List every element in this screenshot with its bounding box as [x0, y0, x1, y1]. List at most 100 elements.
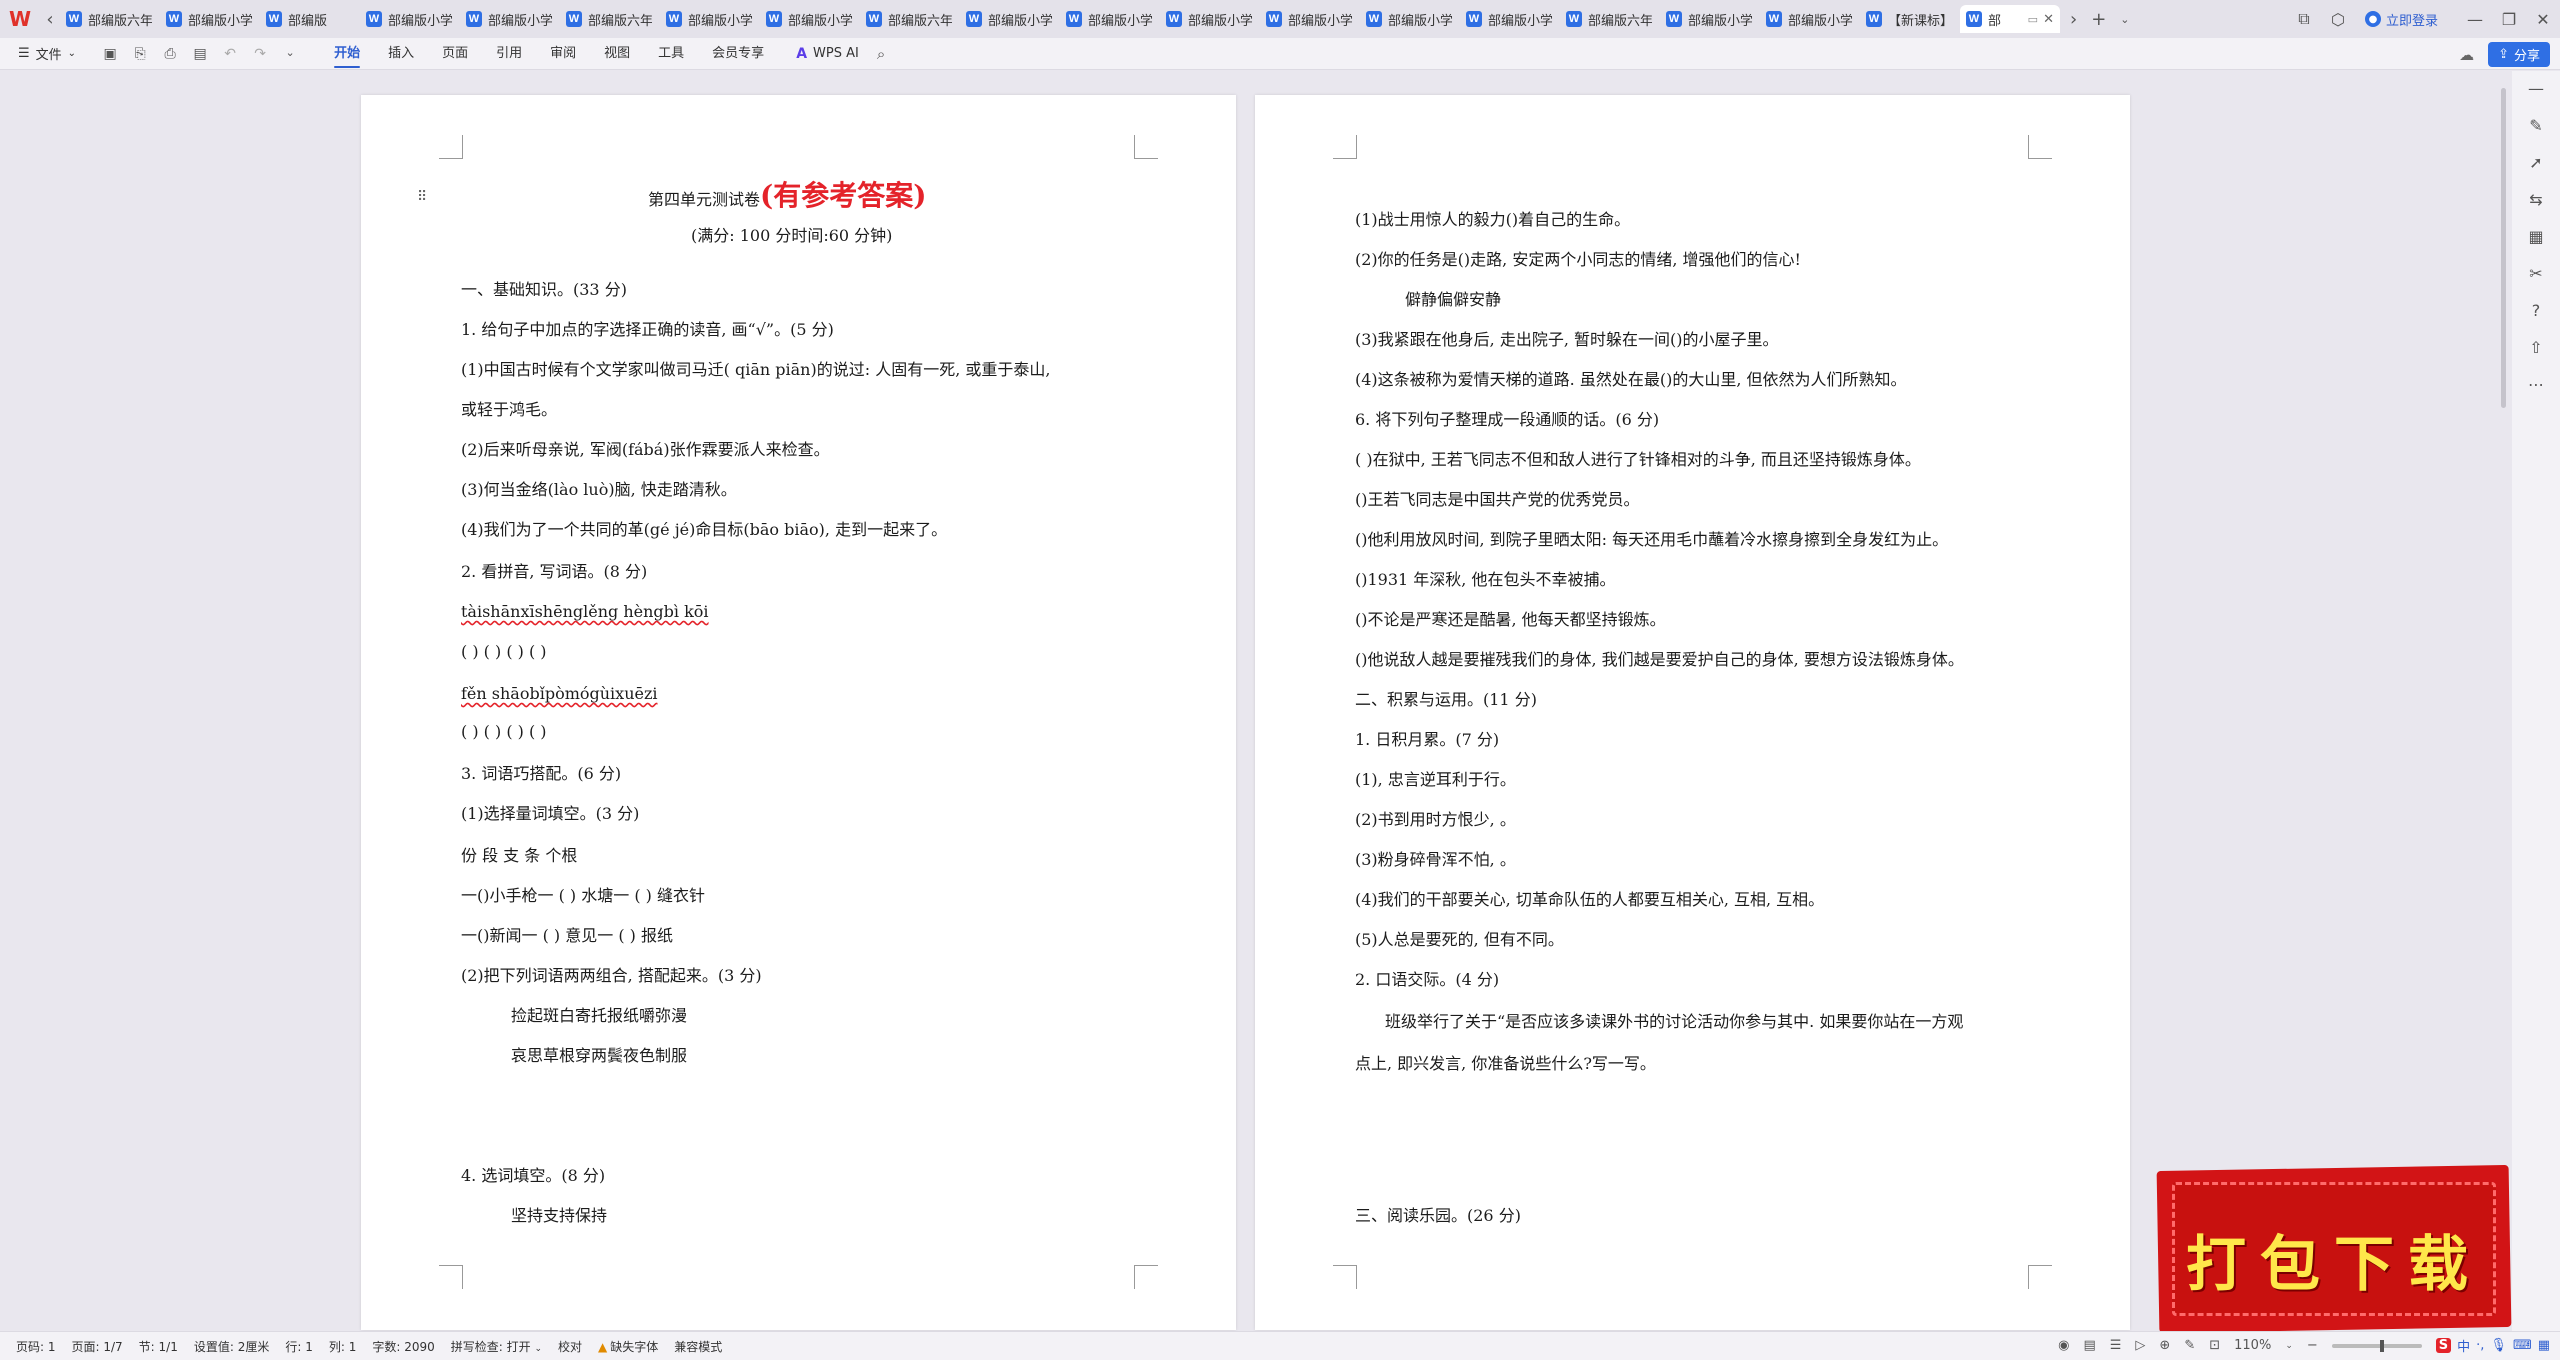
- document-tab[interactable]: W 部编版六年: [860, 5, 958, 33]
- document-tab[interactable]: W 部编版小学: [1060, 5, 1158, 33]
- page-view-icon[interactable]: ▤: [2083, 1338, 2095, 1353]
- document-tab[interactable]: W 部编版小学: [960, 5, 1058, 33]
- document-tab[interactable]: W 部编版小学: [1360, 5, 1458, 33]
- web-view-icon[interactable]: ⊕: [2159, 1338, 2170, 1353]
- word-doc-icon: W: [1866, 11, 1882, 27]
- print-preview-icon[interactable]: ▤: [192, 46, 208, 62]
- restore-icon[interactable]: ❐: [2492, 10, 2526, 29]
- download-badge[interactable]: 打包下载: [2156, 1164, 2512, 1334]
- ribbon-tab[interactable]: 引用: [482, 38, 536, 70]
- document-tab[interactable]: W 部编版小学: [1760, 5, 1858, 33]
- pen-edit-icon[interactable]: ✎: [2524, 116, 2548, 135]
- wps-ai-button[interactable]: A WPS AI: [796, 46, 859, 62]
- document-tab[interactable]: W 部编版六年: [560, 5, 658, 33]
- status-row[interactable]: 行: 1: [285, 1338, 313, 1355]
- document-tab[interactable]: W 部编版小学: [760, 5, 858, 33]
- ribbon-tab[interactable]: 视图: [590, 38, 644, 70]
- cloud-sync-icon[interactable]: ☁: [2459, 46, 2474, 64]
- status-setting[interactable]: 设置值: 2厘米: [194, 1338, 270, 1355]
- document-tab[interactable]: W 【新课标】: [1860, 5, 1958, 33]
- document-tab[interactable]: W 部编版六年: [1560, 5, 1658, 33]
- redo-icon[interactable]: ↷: [252, 46, 268, 62]
- tab-scroll-right-icon[interactable]: ›: [2070, 9, 2077, 30]
- export-icon[interactable]: ⎘: [132, 46, 148, 62]
- scrollbar-thumb[interactable]: [2501, 88, 2506, 408]
- help-icon[interactable]: ?: [2524, 301, 2548, 320]
- status-word-count[interactable]: 字数: 2090: [372, 1338, 434, 1355]
- ribbon-tab[interactable]: 页面: [428, 38, 482, 70]
- style-icon[interactable]: ⇆: [2524, 190, 2548, 209]
- undo-icon[interactable]: ↶: [222, 46, 238, 62]
- page-1-line: tàishānxīshēnglěng hèngbì kōi: [461, 602, 709, 621]
- wps-logo-icon[interactable]: W: [0, 0, 40, 38]
- play-icon[interactable]: ▷: [2135, 1338, 2145, 1353]
- status-spell-check[interactable]: 拼写检查: 打开 ⌄: [451, 1338, 542, 1355]
- print-icon[interactable]: ⎙: [162, 46, 178, 62]
- document-tab[interactable]: W 部编版: [260, 5, 358, 33]
- pen-mode-icon[interactable]: ✎: [2184, 1338, 2195, 1353]
- ribbon-tab[interactable]: 会员专享: [698, 38, 778, 70]
- minimize-icon[interactable]: —: [2458, 10, 2492, 29]
- ribbon-tab[interactable]: 审阅: [536, 38, 590, 70]
- tab-list-chevron-icon[interactable]: ⌄: [2120, 13, 2129, 26]
- ime-toolbar[interactable]: S 中 ·, 🎙 ⌨ ▦: [2435, 1336, 2550, 1355]
- window-layout-icon[interactable]: ⧉: [2287, 9, 2321, 29]
- ribbon-tab[interactable]: 工具: [644, 38, 698, 70]
- drag-handle-icon[interactable]: ⠿: [417, 189, 427, 205]
- document-tab[interactable]: W 部编版六年: [60, 5, 158, 33]
- page-2[interactable]: (1)战士用惊人的毅力()着自己的生命。 (2)你的任务是()走路, 安定两个小同…: [1255, 95, 2130, 1330]
- zoom-chevron-icon[interactable]: ⌄: [2285, 1341, 2293, 1351]
- status-section[interactable]: 节: 1/1: [139, 1338, 178, 1355]
- login-label: 立即登录: [2385, 13, 2438, 29]
- ribbon-tab[interactable]: 开始: [320, 38, 374, 70]
- status-missing-font[interactable]: ▲ 缺失字体: [598, 1338, 658, 1355]
- page-1-line: (4)我们为了一个共同的革(gé jé)命目标(bāo biāo), 走到一起来…: [461, 520, 948, 539]
- cursor-select-icon[interactable]: ➚: [2524, 153, 2548, 172]
- punctuation-icon: ·,: [2476, 1338, 2485, 1353]
- share-doc-icon[interactable]: ⇧: [2524, 338, 2548, 357]
- page-2-line: ()不论是严寒还是酷暑, 他每天都坚持锻炼。: [1355, 610, 1666, 629]
- more-icon[interactable]: ⋯: [2524, 375, 2548, 394]
- document-tab[interactable]: W 部编版小学: [1160, 5, 1258, 33]
- login-button[interactable]: ● 立即登录: [2364, 10, 2438, 29]
- document-canvas[interactable]: ⠿ 第四单元测试卷(有参考答案) (满分: 100 分时间:60 分钟) 一、基…: [0, 71, 2500, 1331]
- document-tab[interactable]: W 部编版小学: [1460, 5, 1558, 33]
- close-tab-icon[interactable]: ✕: [2043, 12, 2054, 27]
- status-page-count[interactable]: 页面: 1/7: [72, 1338, 123, 1355]
- eye-protection-icon[interactable]: ◉: [2058, 1338, 2069, 1353]
- close-window-icon[interactable]: ✕: [2526, 10, 2560, 29]
- fit-page-icon[interactable]: ⊡: [2209, 1338, 2220, 1353]
- tools-icon[interactable]: ✂: [2524, 264, 2548, 283]
- status-page-code[interactable]: 页码: 1: [16, 1338, 56, 1355]
- status-proofread[interactable]: 校对: [558, 1338, 582, 1355]
- zoom-level[interactable]: 110%: [2234, 1338, 2271, 1353]
- more-chevron-icon[interactable]: ⌄: [282, 46, 298, 62]
- new-tab-icon[interactable]: +: [2091, 9, 2106, 30]
- tab-scroll-left-icon[interactable]: ‹: [40, 9, 60, 30]
- file-menu[interactable]: ☰ 文件 ⌄: [18, 44, 76, 63]
- document-tab[interactable]: W 部编版小学: [1260, 5, 1358, 33]
- collapse-icon[interactable]: —: [2524, 79, 2548, 98]
- zoom-out-icon[interactable]: −: [2307, 1338, 2318, 1353]
- status-col[interactable]: 列: 1: [329, 1338, 357, 1355]
- ribbon-tab[interactable]: 插入: [374, 38, 428, 70]
- share-button[interactable]: ⇪ 分享: [2488, 42, 2550, 67]
- page-1[interactable]: ⠿ 第四单元测试卷(有参考答案) (满分: 100 分时间:60 分钟) 一、基…: [361, 95, 1236, 1330]
- image-icon[interactable]: ▦: [2524, 227, 2548, 246]
- document-tab[interactable]: W 部编版小学: [460, 5, 558, 33]
- status-compat-mode[interactable]: 兼容模式: [674, 1338, 722, 1355]
- save-icon[interactable]: ▣: [102, 46, 118, 62]
- document-tab[interactable]: W 部编版小学: [660, 5, 758, 33]
- outline-view-icon[interactable]: ☰: [2110, 1338, 2122, 1353]
- monitor-icon[interactable]: ▭: [2028, 13, 2038, 26]
- active-document-tab[interactable]: W 部 ▭ ✕: [1960, 5, 2060, 33]
- document-tab[interactable]: W 部编版小学: [1660, 5, 1758, 33]
- vertical-scrollbar[interactable]: [2500, 80, 2508, 1320]
- document-tab[interactable]: W 部编版小学: [360, 5, 458, 33]
- crop-mark: [439, 1265, 463, 1289]
- zoom-slider[interactable]: [2331, 1339, 2422, 1352]
- cube-icon[interactable]: ⬡: [2321, 10, 2355, 29]
- zoom-slider-knob[interactable]: [2379, 1339, 2384, 1352]
- search-icon[interactable]: ⌕: [877, 45, 885, 63]
- document-tab[interactable]: W 部编版小学: [160, 5, 258, 33]
